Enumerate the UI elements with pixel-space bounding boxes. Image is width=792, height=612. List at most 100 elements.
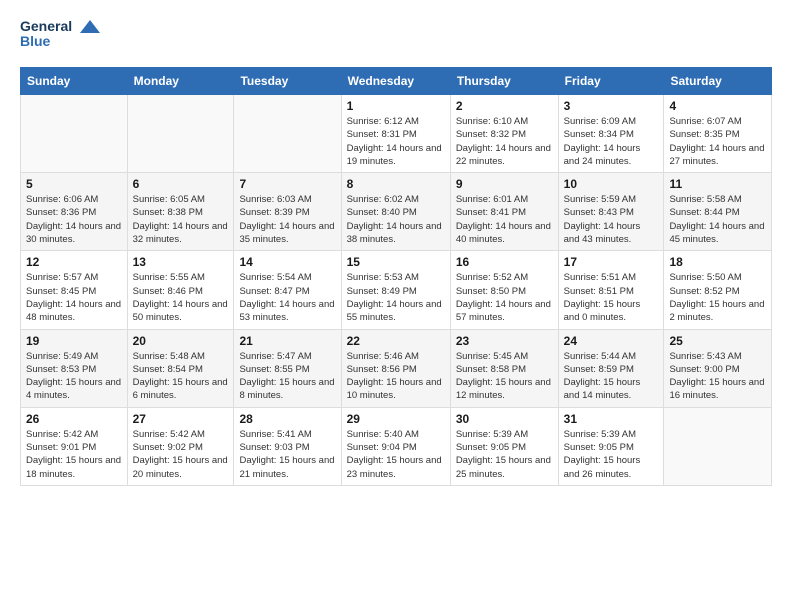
day-number: 12 [26,255,122,269]
svg-text:Blue: Blue [20,33,51,49]
day-info: Sunrise: 5:49 AM Sunset: 8:53 PM Dayligh… [26,350,122,403]
day-info: Sunrise: 5:45 AM Sunset: 8:58 PM Dayligh… [456,350,553,403]
day-number: 4 [669,99,766,113]
day-number: 2 [456,99,553,113]
day-info: Sunrise: 5:51 AM Sunset: 8:51 PM Dayligh… [564,271,659,324]
calendar-cell: 1Sunrise: 6:12 AM Sunset: 8:31 PM Daylig… [341,95,450,173]
logo: General Blue [20,15,100,55]
calendar-cell: 9 Sunrise: 6:01 AM Sunset: 8:41 PM Daylig… [450,173,558,251]
day-info: Sunrise: 6:10 AM Sunset: 8:32 PM Dayligh… [456,115,553,168]
day-info: Sunrise: 5:54 AM Sunset: 8:47 PM Dayligh… [239,271,335,324]
day-header-wednesday: Wednesday [341,68,450,95]
day-number: 16 [456,255,553,269]
calendar-cell: 24 Sunrise: 5:44 AM Sunset: 8:59 PM Dayli… [558,329,664,407]
day-number: 18 [669,255,766,269]
day-info: Sunrise: 5:46 AM Sunset: 8:56 PM Dayligh… [347,350,445,403]
calendar-cell: 30 Sunrise: 5:39 AM Sunset: 9:05 PM Dayli… [450,407,558,485]
day-info: Sunrise: 5:50 AM Sunset: 8:52 PM Dayligh… [669,271,766,324]
day-info: Sunrise: 5:53 AM Sunset: 8:49 PM Dayligh… [347,271,445,324]
day-info: Sunrise: 5:55 AM Sunset: 8:46 PM Dayligh… [133,271,229,324]
calendar-cell: 20 Sunrise: 5:48 AM Sunset: 8:54 PM Dayli… [127,329,234,407]
day-number: 9 [456,177,553,191]
calendar-cell: 2 Sunrise: 6:10 AM Sunset: 8:32 PM Daylig… [450,95,558,173]
day-number: 26 [26,412,122,426]
calendar-cell: 27Sunrise: 5:42 AM Sunset: 9:02 PM Dayli… [127,407,234,485]
calendar-cell: 18 Sunrise: 5:50 AM Sunset: 8:52 PM Dayli… [664,251,772,329]
calendar-cell: 15Sunrise: 5:53 AM Sunset: 8:49 PM Dayli… [341,251,450,329]
calendar-header-row: SundayMondayTuesdayWednesdayThursdayFrid… [21,68,772,95]
day-info: Sunrise: 5:48 AM Sunset: 8:54 PM Dayligh… [133,350,229,403]
svg-text:General: General [20,18,72,34]
day-number: 5 [26,177,122,191]
calendar-cell: 21 Sunrise: 5:47 AM Sunset: 8:55 PM Dayli… [234,329,341,407]
day-number: 24 [564,334,659,348]
day-info: Sunrise: 6:07 AM Sunset: 8:35 PM Dayligh… [669,115,766,168]
calendar-cell [234,95,341,173]
calendar-cell [127,95,234,173]
day-info: Sunrise: 5:44 AM Sunset: 8:59 PM Dayligh… [564,350,659,403]
calendar-cell: 19 Sunrise: 5:49 AM Sunset: 8:53 PM Dayli… [21,329,128,407]
calendar-cell: 6 Sunrise: 6:05 AM Sunset: 8:38 PM Daylig… [127,173,234,251]
calendar-cell: 28 Sunrise: 5:41 AM Sunset: 9:03 PM Dayli… [234,407,341,485]
day-info: Sunrise: 6:02 AM Sunset: 8:40 PM Dayligh… [347,193,445,246]
calendar-cell: 7Sunrise: 6:03 AM Sunset: 8:39 PM Daylig… [234,173,341,251]
day-header-sunday: Sunday [21,68,128,95]
day-header-thursday: Thursday [450,68,558,95]
day-info: Sunrise: 5:41 AM Sunset: 9:03 PM Dayligh… [239,428,335,481]
day-info: Sunrise: 5:57 AM Sunset: 8:45 PM Dayligh… [26,271,122,324]
day-number: 25 [669,334,766,348]
day-number: 27 [133,412,229,426]
day-number: 10 [564,177,659,191]
day-info: Sunrise: 6:01 AM Sunset: 8:41 PM Dayligh… [456,193,553,246]
day-header-friday: Friday [558,68,664,95]
calendar-cell [21,95,128,173]
logo-icon: General Blue [20,15,100,55]
calendar-cell: 10Sunrise: 5:59 AM Sunset: 8:43 PM Dayli… [558,173,664,251]
calendar-cell: 29 Sunrise: 5:40 AM Sunset: 9:04 PM Dayli… [341,407,450,485]
calendar-cell: 5 Sunrise: 6:06 AM Sunset: 8:36 PM Daylig… [21,173,128,251]
calendar-cell: 12 Sunrise: 5:57 AM Sunset: 8:45 PM Dayli… [21,251,128,329]
calendar-week-row: 1Sunrise: 6:12 AM Sunset: 8:31 PM Daylig… [21,95,772,173]
day-info: Sunrise: 5:43 AM Sunset: 9:00 PM Dayligh… [669,350,766,403]
calendar-cell: 16 Sunrise: 5:52 AM Sunset: 8:50 PM Dayli… [450,251,558,329]
day-number: 19 [26,334,122,348]
day-number: 29 [347,412,445,426]
day-number: 23 [456,334,553,348]
calendar-cell: 22 Sunrise: 5:46 AM Sunset: 8:56 PM Dayli… [341,329,450,407]
day-number: 22 [347,334,445,348]
day-info: Sunrise: 5:39 AM Sunset: 9:05 PM Dayligh… [456,428,553,481]
calendar-table: SundayMondayTuesdayWednesdayThursdayFrid… [20,67,772,486]
day-number: 17 [564,255,659,269]
day-header-tuesday: Tuesday [234,68,341,95]
day-info: Sunrise: 6:03 AM Sunset: 8:39 PM Dayligh… [239,193,335,246]
day-info: Sunrise: 5:58 AM Sunset: 8:44 PM Dayligh… [669,193,766,246]
day-number: 30 [456,412,553,426]
calendar-cell: 13Sunrise: 5:55 AM Sunset: 8:46 PM Dayli… [127,251,234,329]
day-number: 11 [669,177,766,191]
day-info: Sunrise: 5:47 AM Sunset: 8:55 PM Dayligh… [239,350,335,403]
calendar-cell: 8Sunrise: 6:02 AM Sunset: 8:40 PM Daylig… [341,173,450,251]
day-info: Sunrise: 5:39 AM Sunset: 9:05 PM Dayligh… [564,428,659,481]
calendar-cell: 4 Sunrise: 6:07 AM Sunset: 8:35 PM Daylig… [664,95,772,173]
calendar-week-row: 19 Sunrise: 5:49 AM Sunset: 8:53 PM Dayli… [21,329,772,407]
day-info: Sunrise: 6:12 AM Sunset: 8:31 PM Dayligh… [347,115,445,168]
header: General Blue [20,15,772,55]
day-number: 31 [564,412,659,426]
calendar-week-row: 5 Sunrise: 6:06 AM Sunset: 8:36 PM Daylig… [21,173,772,251]
day-number: 28 [239,412,335,426]
calendar-cell: 17 Sunrise: 5:51 AM Sunset: 8:51 PM Dayli… [558,251,664,329]
day-info: Sunrise: 5:40 AM Sunset: 9:04 PM Dayligh… [347,428,445,481]
day-info: Sunrise: 5:52 AM Sunset: 8:50 PM Dayligh… [456,271,553,324]
day-number: 14 [239,255,335,269]
day-info: Sunrise: 6:05 AM Sunset: 8:38 PM Dayligh… [133,193,229,246]
calendar-cell: 14 Sunrise: 5:54 AM Sunset: 8:47 PM Dayli… [234,251,341,329]
day-number: 21 [239,334,335,348]
calendar-cell: 23 Sunrise: 5:45 AM Sunset: 8:58 PM Dayli… [450,329,558,407]
day-header-monday: Monday [127,68,234,95]
day-info: Sunrise: 6:06 AM Sunset: 8:36 PM Dayligh… [26,193,122,246]
calendar-cell: 3Sunrise: 6:09 AM Sunset: 8:34 PM Daylig… [558,95,664,173]
day-info: Sunrise: 5:42 AM Sunset: 9:01 PM Dayligh… [26,428,122,481]
calendar-cell: 25 Sunrise: 5:43 AM Sunset: 9:00 PM Dayli… [664,329,772,407]
day-number: 6 [133,177,229,191]
day-number: 20 [133,334,229,348]
